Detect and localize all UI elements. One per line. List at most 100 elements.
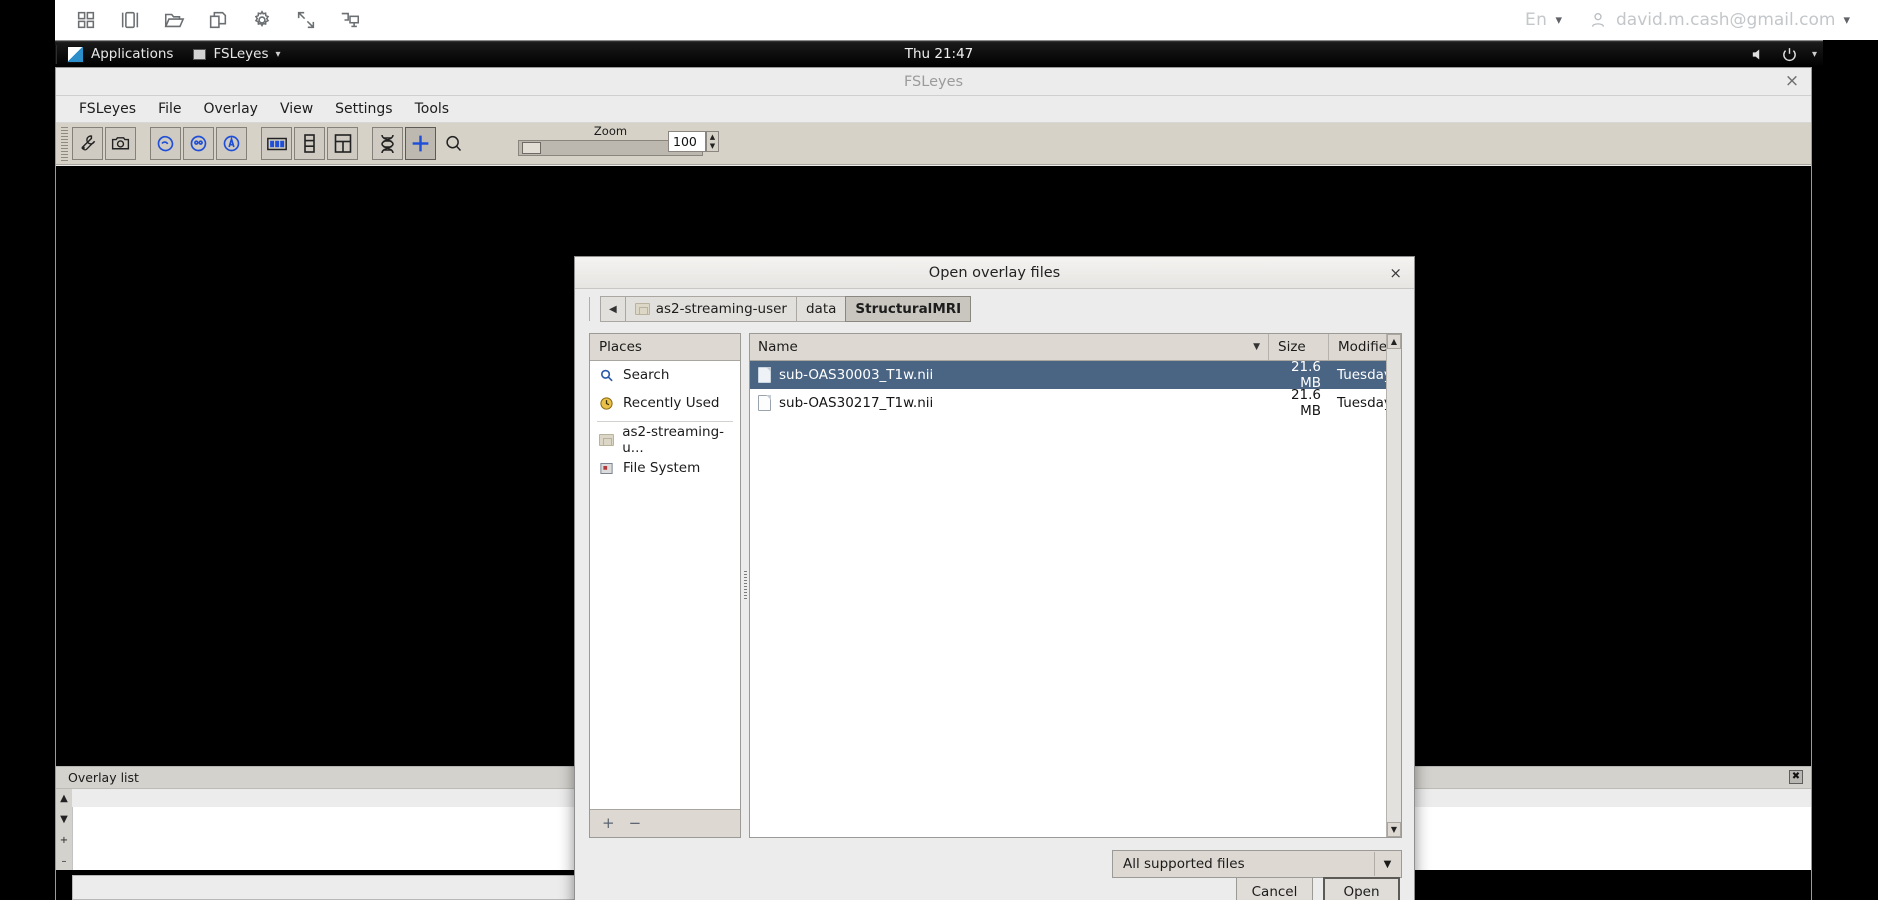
- zoom-value-input[interactable]: 100: [668, 131, 706, 152]
- places-remove-button[interactable]: −: [629, 816, 642, 831]
- file-size-cell: 21.6 MB: [1290, 387, 1321, 419]
- gear-icon[interactable]: [251, 9, 273, 31]
- file-name-cell: sub-OAS30217_T1w.nii: [750, 395, 1269, 411]
- column-header-name[interactable]: Name ▼: [750, 334, 1269, 360]
- panel-clock[interactable]: Thu 21:47: [905, 46, 974, 62]
- table-row[interactable]: sub-OAS30217_T1w.nii 21.6 MB Tuesday: [750, 387, 1401, 419]
- places-item-home[interactable]: as2-streaming-u...: [590, 424, 740, 456]
- places-sidebar: Places Search Recently Used as2-streamin…: [589, 333, 741, 838]
- file-list-header: Name ▼ Size Modified: [750, 334, 1401, 361]
- fsleyes-menubar: FSLeyes File Overlay View Settings Tools: [56, 96, 1811, 123]
- expand-icon[interactable]: [295, 9, 317, 31]
- places-item-label: as2-streaming-u...: [622, 424, 725, 456]
- file-list-scrollbar[interactable]: ▲ ▼: [1386, 334, 1401, 837]
- layout-horizontal-button[interactable]: [261, 127, 292, 160]
- overlay-remove-button[interactable]: –: [62, 856, 67, 867]
- dialog-close-icon[interactable]: ×: [1389, 264, 1402, 282]
- open-button[interactable]: Open: [1323, 877, 1400, 900]
- spinner-up-icon[interactable]: ▲: [710, 133, 715, 141]
- home-folder-icon: [634, 303, 650, 315]
- toolbar-grip[interactable]: [61, 126, 68, 161]
- folder-open-icon[interactable]: [163, 9, 185, 31]
- panel-tray: ▾: [1750, 46, 1817, 63]
- avatar-icon: [1588, 10, 1608, 30]
- overlay-close-icon[interactable]: ✖: [1789, 770, 1803, 784]
- menu-tools[interactable]: Tools: [404, 98, 461, 120]
- places-item-label: File System: [623, 460, 701, 476]
- menu-view[interactable]: View: [269, 98, 324, 120]
- chevron-down-icon[interactable]: ▼: [1374, 852, 1400, 876]
- spinner-down-icon[interactable]: ▼: [710, 142, 715, 150]
- top-bar-icon-group: [55, 9, 361, 31]
- magnifier-icon[interactable]: [438, 127, 469, 160]
- taskbar-item-label: FSLeyes: [213, 46, 269, 62]
- scrollbar-down-icon[interactable]: ▼: [1387, 822, 1401, 837]
- file-filter-row: All supported files ▼: [589, 849, 1402, 879]
- column-header-size[interactable]: Size: [1269, 334, 1329, 360]
- fsleyes-toolbar: Zoom 100 ▲ ▼: [56, 123, 1811, 165]
- crosshair-button[interactable]: [405, 127, 436, 160]
- chevron-down-icon[interactable]: ▾: [1555, 13, 1562, 28]
- sidebar-panel-icon[interactable]: [119, 9, 141, 31]
- filter-value-label: All supported files: [1123, 856, 1245, 872]
- clock-icon: [598, 395, 615, 412]
- scrollbar-up-icon[interactable]: ▲: [1387, 334, 1401, 349]
- screenshot-button[interactable]: [105, 127, 136, 160]
- file-icon: [758, 395, 771, 411]
- layout-vertical-button[interactable]: [294, 127, 325, 160]
- window-icon: [193, 48, 207, 60]
- volume-icon[interactable]: [1750, 46, 1767, 63]
- layout-grid-button[interactable]: [327, 127, 358, 160]
- breadcrumb-item-data[interactable]: data: [795, 296, 846, 322]
- overlay-move-down-button[interactable]: ▼: [60, 814, 68, 825]
- places-item-search[interactable]: Search: [590, 361, 740, 389]
- zoom-spinner[interactable]: ▲ ▼: [706, 131, 719, 152]
- xfce-logo-icon: [67, 45, 84, 63]
- menu-settings[interactable]: Settings: [324, 98, 403, 120]
- places-separator: [597, 421, 733, 422]
- table-row[interactable]: sub-OAS30003_T1w.nii 21.6 MB Tuesday: [750, 359, 1401, 391]
- zoom-label: Zoom: [593, 124, 628, 138]
- places-item-recently-used[interactable]: Recently Used: [590, 389, 740, 417]
- copy-icon[interactable]: [207, 9, 229, 31]
- places-item-file-system[interactable]: File System: [590, 454, 740, 482]
- cancel-button[interactable]: Cancel: [1236, 877, 1313, 900]
- account-email-label[interactable]: david.m.cash@gmail.com: [1616, 10, 1835, 30]
- file-name-label: sub-OAS30003_T1w.nii: [779, 367, 934, 383]
- overlay-add-button[interactable]: +: [60, 835, 68, 846]
- top-bar-left-gutter: [0, 0, 55, 40]
- file-type-filter-select[interactable]: All supported files ▼: [1112, 850, 1402, 878]
- menu-overlay[interactable]: Overlay: [193, 98, 269, 120]
- breadcrumb-item-structuralmri[interactable]: StructuralMRI: [845, 296, 972, 322]
- power-icon[interactable]: [1781, 46, 1798, 63]
- taskbar-chevron-down-icon[interactable]: ▾: [275, 49, 280, 60]
- settings-wrench-button[interactable]: [72, 127, 103, 160]
- breadcrumb-back-button[interactable]: ◀: [600, 296, 625, 322]
- overlay-move-up-button[interactable]: ▲: [60, 793, 68, 804]
- grid-icon[interactable]: [75, 9, 97, 31]
- dna-helix-button[interactable]: [372, 127, 403, 160]
- dialog-title: Open overlay files: [928, 264, 1061, 281]
- pane-splitter[interactable]: [741, 333, 749, 838]
- browser-top-bar: En ▾ david.m.cash@gmail.com ▾: [0, 0, 1878, 40]
- pathbar-grip: [589, 297, 594, 321]
- breadcrumb-item-home[interactable]: as2-streaming-user: [624, 296, 796, 322]
- close-icon[interactable]: ×: [1783, 72, 1801, 90]
- sort-descending-icon[interactable]: ▼: [1253, 342, 1260, 352]
- places-footer: + −: [590, 809, 740, 837]
- menu-file[interactable]: File: [147, 98, 192, 120]
- lightbox-view-button[interactable]: [183, 127, 214, 160]
- language-selector-label[interactable]: En: [1525, 10, 1548, 30]
- tray-chevron-down-icon[interactable]: ▾: [1812, 49, 1817, 60]
- menu-fsleyes[interactable]: FSLeyes: [68, 98, 147, 120]
- applications-menu-button[interactable]: Applications: [57, 41, 183, 68]
- account-chevron-down-icon[interactable]: ▾: [1843, 13, 1850, 28]
- remote-desktop-icon[interactable]: [339, 9, 361, 31]
- taskbar-item-fsleyes[interactable]: FSLeyes ▾: [183, 41, 290, 68]
- places-add-button[interactable]: +: [602, 816, 615, 831]
- 3d-view-button[interactable]: [216, 127, 247, 160]
- zoom-slider-thumb[interactable]: [522, 142, 541, 154]
- column-label: Name: [758, 339, 798, 355]
- file-name-label: sub-OAS30217_T1w.nii: [779, 395, 934, 411]
- ortho-view-button[interactable]: [150, 127, 181, 160]
